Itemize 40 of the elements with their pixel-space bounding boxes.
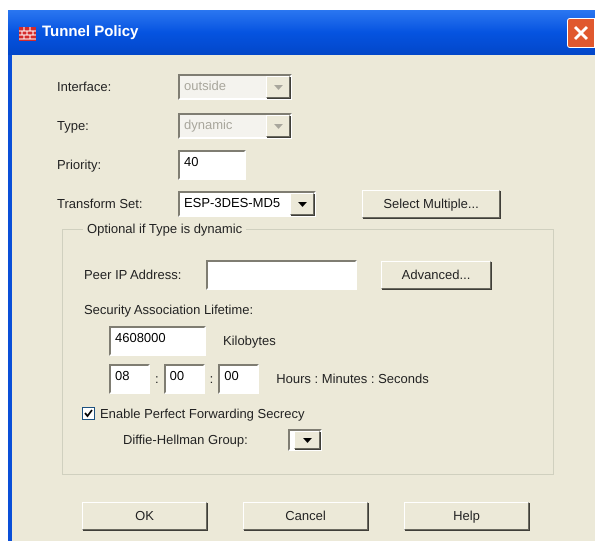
checkmark-icon — [84, 408, 93, 418]
caret-icon — [298, 202, 306, 206]
dropdown-value: outside — [183, 77, 227, 95]
dropdown-arrow-button[interactable] — [290, 193, 314, 215]
dh-group-dropdown[interactable] — [288, 429, 322, 451]
field-label: Priority: — [57, 156, 102, 174]
close-button[interactable] — [567, 18, 595, 48]
field-label: Interface: — [57, 78, 112, 96]
time-unit: Hours : Minutes : Seconds — [276, 370, 429, 388]
seconds-field[interactable]: 00 — [218, 364, 260, 394]
caret-icon — [274, 124, 282, 128]
time-separator: : — [155, 370, 159, 388]
kilobytes-field[interactable]: 4608000 — [109, 326, 206, 356]
dh-group-label: Diffie-Hellman Group: — [123, 431, 249, 450]
minutes-field[interactable]: 00 — [164, 364, 205, 394]
peer-ip-label: Peer IP Address: — [84, 266, 182, 284]
select-multiple-button[interactable]: Select Multiple... — [362, 190, 500, 218]
group-title: Optional if Type is dynamic — [83, 221, 246, 237]
dialog-button[interactable]: Cancel — [243, 502, 368, 530]
close-icon — [573, 24, 589, 40]
dropdown[interactable]: ESP-3DES-MD5 — [178, 191, 316, 217]
dropdown-value: dynamic — [183, 116, 234, 134]
advanced-button[interactable]: Advanced... — [381, 261, 491, 289]
caret-icon — [302, 438, 312, 442]
peer-ip-field[interactable] — [206, 260, 357, 290]
hours-field[interactable]: 08 — [109, 364, 150, 394]
field-label: Type: — [57, 117, 90, 136]
lifetime-label: Security Association Lifetime: — [84, 301, 254, 319]
priority-field[interactable]: 40 — [178, 150, 246, 180]
dropdown-arrow-button[interactable] — [294, 431, 320, 449]
dialog-button[interactable]: Help — [404, 502, 529, 530]
kilobytes-unit: Kilobytes — [223, 332, 276, 350]
dialog-button[interactable]: OK — [82, 502, 207, 530]
pfs-checkbox[interactable] — [82, 406, 95, 420]
dropdown-value: ESP-3DES-MD5 — [183, 194, 282, 212]
caret-icon — [274, 84, 282, 90]
window-title: Tunnel Policy — [42, 22, 138, 42]
time-separator: : — [210, 370, 214, 388]
pfs-label: Enable Perfect Forwarding Secrecy — [100, 404, 304, 423]
field-label: Transform Set: — [57, 195, 144, 214]
